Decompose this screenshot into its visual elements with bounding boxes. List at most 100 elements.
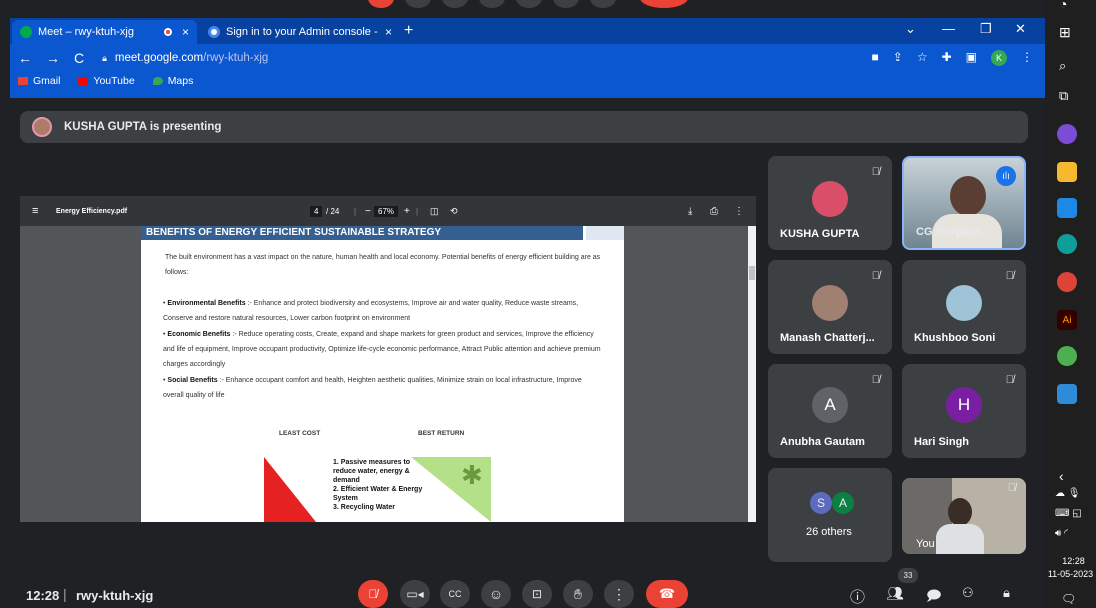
participant-name: KUSHA GUPTA xyxy=(780,228,860,240)
participant-tile[interactable]: 🎙̸ KUSHA GUPTA xyxy=(768,156,892,250)
download-icon[interactable]: ⤓ xyxy=(688,206,692,217)
chevron-left-icon[interactable]: ‹ xyxy=(1059,468,1064,484)
participant-tile-video[interactable]: ılı CG Gurgaon xyxy=(902,156,1026,250)
participant-tile[interactable]: 🎙̸ Manash Chatterj... xyxy=(768,260,892,354)
mail-icon[interactable] xyxy=(1057,198,1077,218)
avatar xyxy=(812,285,848,322)
top-control-icon[interactable] xyxy=(442,0,468,8)
network-icon[interactable]: ⌨ ◱ xyxy=(1055,508,1082,519)
self-view-tile[interactable]: 🎙̸ You xyxy=(902,478,1026,554)
bookmark-star-icon[interactable]: ☆ xyxy=(917,50,928,66)
pdf-toolbar: ≡ Energy Efficiency.pdf 4 / 24 | − 67% +… xyxy=(20,196,756,226)
meeting-info-icon[interactable]: ⓘ xyxy=(850,586,865,607)
app-icon[interactable] xyxy=(1057,124,1077,144)
print-icon[interactable]: ⎙ xyxy=(710,206,718,217)
chrome-icon[interactable] xyxy=(1057,272,1077,292)
zoom-in-button[interactable]: + xyxy=(404,206,410,217)
hamburger-menu-icon[interactable]: ≡ xyxy=(32,205,38,217)
clock-date[interactable]: 11-05-2023 xyxy=(1045,569,1096,579)
activities-icon[interactable]: ⚇ xyxy=(962,585,974,601)
avatar: S xyxy=(810,492,832,514)
photos-icon[interactable] xyxy=(1057,384,1077,404)
top-control-icon[interactable] xyxy=(553,0,579,8)
tab-meet[interactable]: Meet – rwy-ktuh-xjg × xyxy=(12,20,197,44)
close-icon[interactable]: × xyxy=(385,25,392,39)
browser-window: Meet – rwy-ktuh-xjg × Sign in to your Ad… xyxy=(10,18,1045,98)
host-controls-icon[interactable]: 🔒︎ xyxy=(1003,585,1010,601)
meet-icon xyxy=(20,26,32,38)
tray-icons[interactable]: ☁ 🎙︎ xyxy=(1055,488,1080,499)
youtube-icon xyxy=(78,77,89,85)
recording-icon xyxy=(163,28,172,36)
action-center-icon[interactable]: 🗨︎ xyxy=(1061,592,1076,606)
search-icon[interactable]: ⌕ xyxy=(1059,58,1066,74)
illustrator-icon[interactable]: Ai xyxy=(1057,310,1077,330)
camera-button[interactable]: ▭◂ xyxy=(400,580,430,608)
top-control-icon[interactable] xyxy=(640,0,688,8)
bookmark-youtube[interactable]: YouTube xyxy=(78,75,135,87)
scroll-thumb[interactable] xyxy=(749,266,755,280)
chat-icon[interactable]: 🗩︎ xyxy=(926,585,942,608)
minimize-icon[interactable]: — xyxy=(942,21,955,36)
address-bar[interactable]: 🔒︎ meet.google.com/rwy-ktuh-xjg xyxy=(98,47,858,69)
participant-tile[interactable]: 🎙̸ A Anubha Gautam xyxy=(768,364,892,458)
pdf-scrollbar[interactable] xyxy=(748,226,756,522)
google-icon xyxy=(208,26,220,38)
side-panel-icon[interactable]: ▣ xyxy=(966,50,977,66)
forward-icon[interactable]: → xyxy=(46,50,60,66)
end-call-button[interactable]: ☎ xyxy=(646,580,688,608)
reload-icon[interactable]: C xyxy=(74,50,84,66)
top-control-icon[interactable] xyxy=(590,0,616,8)
diagram-label-right: BEST RETURN xyxy=(418,430,465,437)
raise-hand-button[interactable]: ✋︎ xyxy=(563,580,593,608)
participant-name: Hari Singh xyxy=(914,436,970,448)
close-icon[interactable]: × xyxy=(182,25,189,39)
edge-icon[interactable] xyxy=(1057,234,1077,254)
mic-off-button[interactable]: 🎙̸ xyxy=(358,580,388,608)
share-icon[interactable]: ⇪ xyxy=(893,50,903,66)
top-control-icon[interactable] xyxy=(368,0,394,8)
restore-icon[interactable]: ❐ xyxy=(980,21,992,37)
present-button[interactable]: ⊡ xyxy=(522,580,552,608)
participant-tile[interactable]: 🎙̸ Khushboo Soni xyxy=(902,260,1026,354)
file-explorer-icon[interactable] xyxy=(1057,162,1077,182)
back-icon[interactable]: ← xyxy=(18,50,32,66)
profile-avatar[interactable]: K xyxy=(991,50,1007,66)
tab-admin-console[interactable]: Sign in to your Admin console - × xyxy=(200,20,400,44)
new-tab-button[interactable]: + xyxy=(404,22,413,40)
camera-indicator-icon[interactable]: ■ xyxy=(872,50,879,66)
menu-icon[interactable]: ⋮ xyxy=(1021,50,1033,66)
zoom-input[interactable]: 67% xyxy=(374,205,399,217)
extensions-icon[interactable]: ✚ xyxy=(942,50,952,66)
participant-tile[interactable]: 🎙̸ H Hari Singh xyxy=(902,364,1026,458)
fit-page-icon[interactable]: ◫ xyxy=(430,206,439,217)
top-strip xyxy=(0,0,1045,20)
top-control-icon[interactable] xyxy=(479,0,505,8)
captions-button[interactable]: CC xyxy=(440,580,470,608)
notification-icon[interactable]: ◔ xyxy=(1059,0,1067,12)
gmail-icon xyxy=(18,77,28,85)
zoom-out-button[interactable]: − xyxy=(365,206,371,217)
clock-time[interactable]: 12:28 xyxy=(1051,556,1096,566)
rotate-icon[interactable]: ⟲ xyxy=(450,206,458,217)
more-options-button[interactable]: ⋮ xyxy=(604,580,634,608)
start-icon[interactable]: ⊞ xyxy=(1059,24,1071,41)
others-tile[interactable]: S A 26 others xyxy=(768,468,892,562)
top-control-icon[interactable] xyxy=(516,0,542,8)
people-icon[interactable]: 👥︎ xyxy=(886,585,904,602)
tab-search-icon[interactable]: ⌄ xyxy=(905,21,916,37)
avatar: H xyxy=(946,387,982,424)
meeting-time: 12:28 xyxy=(26,588,60,603)
emoji-button[interactable]: ☺ xyxy=(481,580,511,608)
pdf-filename: Energy Efficiency.pdf xyxy=(56,207,128,215)
task-view-icon[interactable]: ⧉ xyxy=(1059,88,1068,104)
bookmark-maps[interactable]: Maps xyxy=(152,75,193,87)
more-options-icon[interactable]: ⋮ xyxy=(734,206,744,217)
volume-icon[interactable]: 🔊︎ ◜ xyxy=(1055,528,1068,539)
chrome-active-icon[interactable] xyxy=(1057,346,1077,366)
window-close-icon[interactable]: ✕ xyxy=(1015,21,1026,37)
page-number-input[interactable]: 4 xyxy=(310,205,323,217)
divider: | xyxy=(354,206,357,216)
top-control-icon[interactable] xyxy=(405,0,431,8)
bookmark-gmail[interactable]: Gmail xyxy=(18,75,60,87)
